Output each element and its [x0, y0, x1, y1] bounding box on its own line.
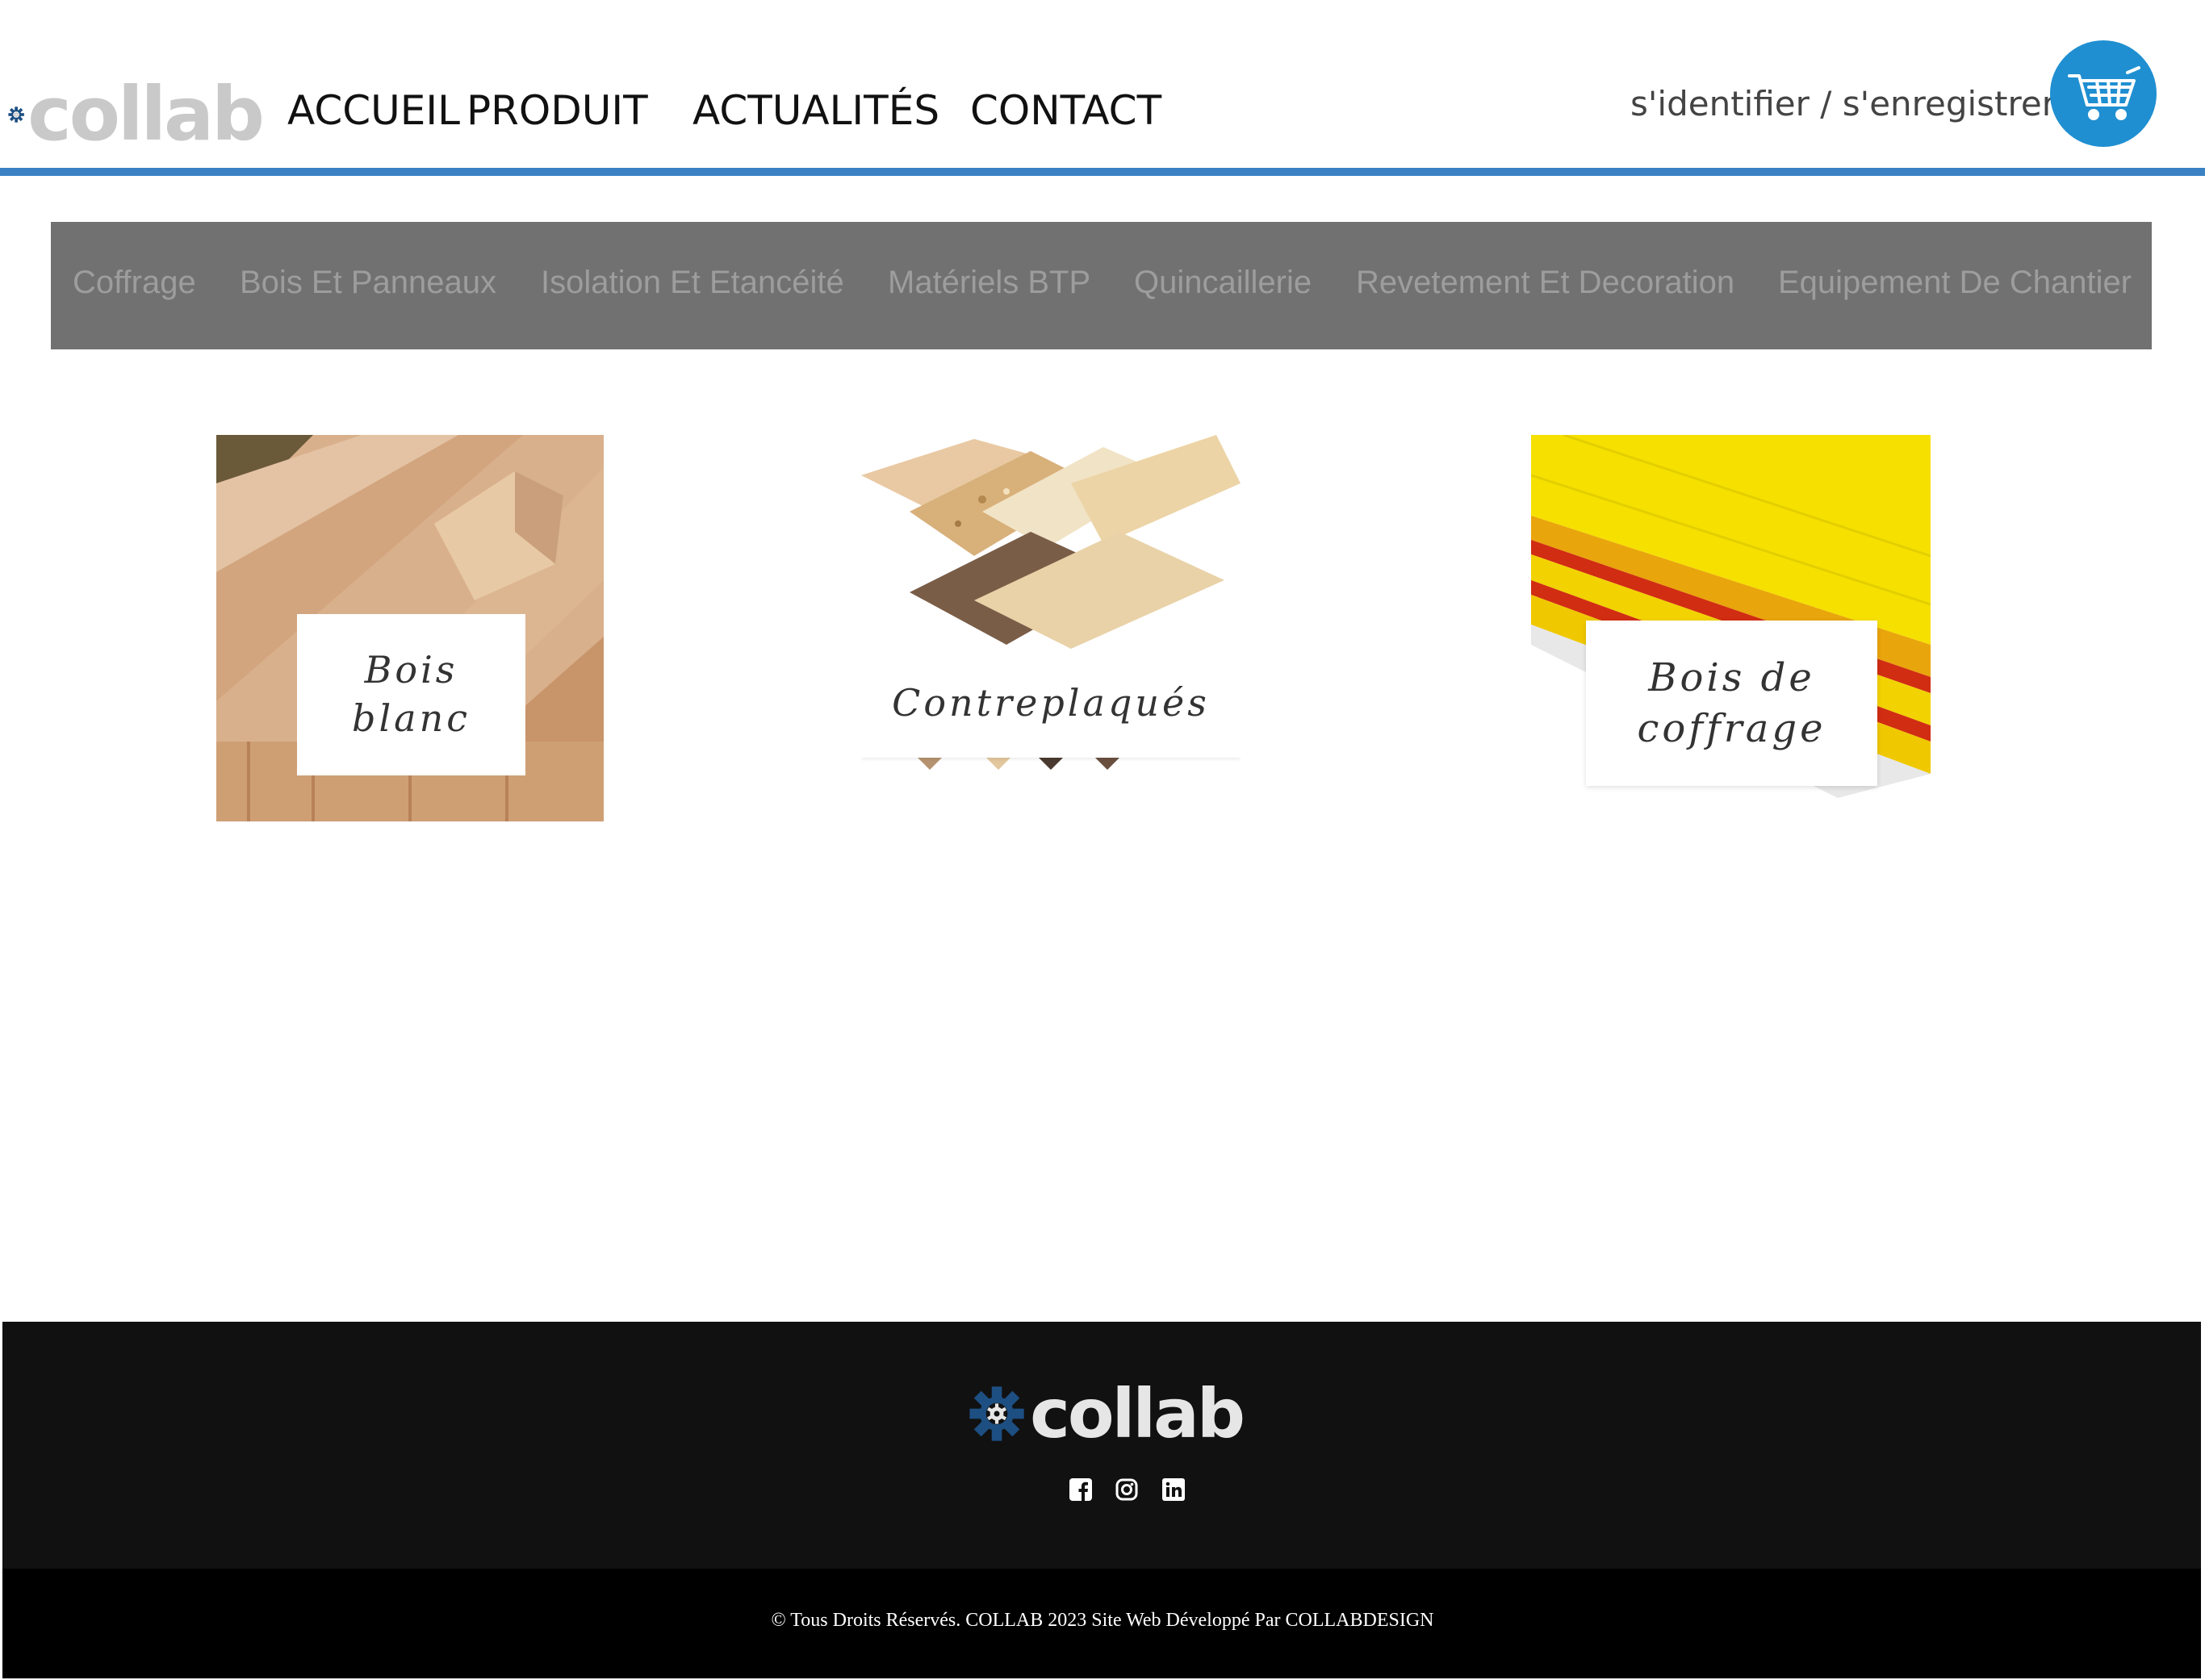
category-quincaillerie[interactable]: Quincaillerie [1134, 266, 1312, 299]
header-logo[interactable]: collab [8, 71, 265, 157]
category-materiels-btp[interactable]: Matériels BTP [888, 266, 1090, 299]
logo-wordmark: collab [27, 71, 265, 157]
category-bois-et-panneaux[interactable]: Bois Et Panneaux [240, 266, 496, 299]
nav-accueil[interactable]: ACCUEIL [287, 90, 460, 131]
product-label-line: Bois de [1648, 655, 1815, 701]
footer-logo-wordmark: collab [1030, 1374, 1245, 1453]
copyright-text: © Tous Droits Réservés. COLLAB 2023 Site… [771, 1610, 1434, 1631]
product-label-line: blanc [352, 696, 471, 740]
product-label-contreplaques: Contreplaqués [861, 649, 1241, 758]
gear-logo-icon [969, 1386, 1024, 1441]
footer-logo[interactable]: collab [969, 1372, 1245, 1456]
facebook-icon[interactable] [1069, 1478, 1092, 1501]
gear-logo-icon [8, 107, 24, 123]
product-card-bois-blanc[interactable]: Bois blanc [216, 435, 604, 821]
product-label-line: coffrage [1637, 705, 1826, 751]
category-coffrage[interactable]: Coffrage [73, 266, 196, 299]
shopping-cart-icon [2068, 66, 2140, 120]
nav-produit[interactable]: PRODUIT [467, 90, 648, 131]
instagram-icon[interactable] [1115, 1478, 1138, 1501]
product-label-line: Bois [364, 648, 458, 692]
login-register-link[interactable]: s'identifier / s'enregistrer [1630, 87, 2056, 121]
header-divider [0, 168, 2205, 176]
nav-contact[interactable]: CONTACT [970, 90, 1161, 131]
category-equipement-de-chantier[interactable]: Equipement De Chantier [1778, 266, 2132, 299]
product-label-bois-de-coffrage: Bois de coffrage [1586, 621, 1877, 786]
product-card-bois-de-coffrage[interactable]: Bois de coffrage [1531, 435, 1931, 798]
product-label-bois-blanc: Bois blanc [297, 614, 525, 775]
product-card-contreplaques[interactable]: Contreplaqués [861, 435, 1241, 774]
linkedin-icon[interactable] [1162, 1478, 1185, 1501]
category-revetement-et-decoration[interactable]: Revetement Et Decoration [1356, 266, 1734, 299]
cart-button[interactable] [2050, 40, 2157, 147]
nav-actualites[interactable]: ACTUALITÉS [692, 90, 939, 131]
category-isolation-et-etanceite[interactable]: Isolation Et Etancéité [541, 266, 844, 299]
